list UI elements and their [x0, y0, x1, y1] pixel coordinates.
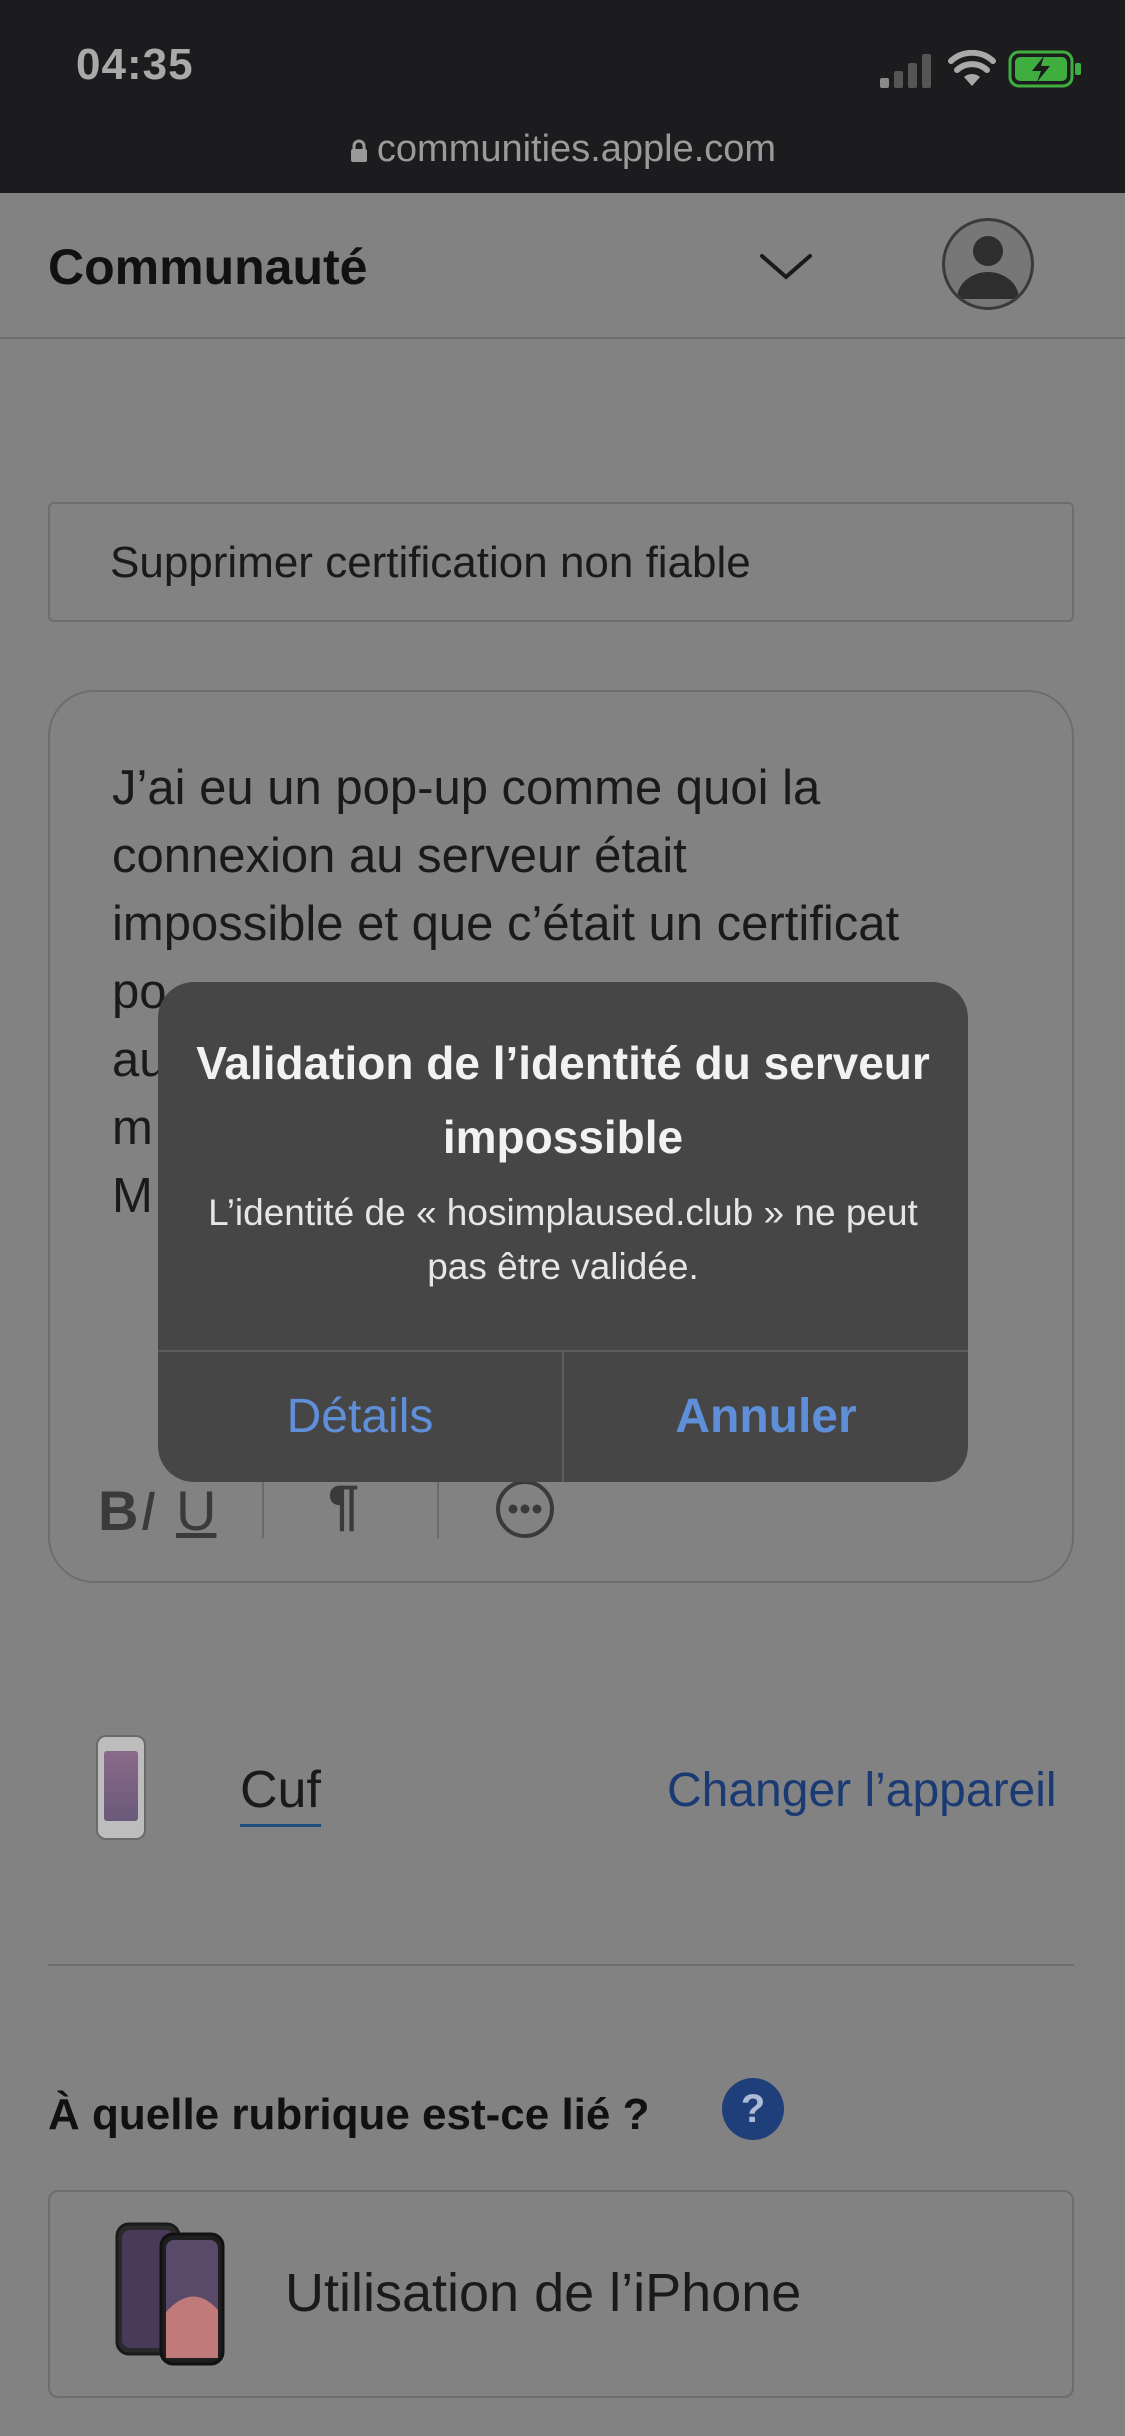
url-text: communities.apple.com	[376, 128, 777, 170]
chevron-down-icon[interactable]	[758, 250, 814, 282]
cellular-signal-icon	[880, 54, 931, 88]
user-icon	[957, 236, 1019, 299]
help-button[interactable]: ?	[722, 2078, 784, 2140]
change-device-link[interactable]: Changer l’appareil	[667, 1763, 1057, 1818]
iphone-product-icon	[115, 2222, 225, 2366]
lock-icon	[350, 139, 367, 162]
wifi-icon	[948, 50, 996, 86]
body-text-line: impossible et que c’était un certificat	[112, 897, 900, 951]
address-bar[interactable]: communities.apple.com	[0, 128, 1125, 171]
body-text-line: M	[112, 1169, 153, 1223]
status-time: 04:35	[76, 40, 194, 89]
bold-button[interactable]: B	[98, 1478, 138, 1543]
alert-dialog: Validation de l’identité du serveur impo…	[158, 982, 968, 1482]
alert-message: L’identité de « hosimplaused.club » ne p…	[208, 1192, 918, 1287]
rubric-selected-value: Utilisation de l’iPhone	[285, 2263, 802, 2323]
avatar[interactable]	[942, 218, 1034, 310]
body-text-line: connexion au serveur était	[112, 829, 687, 883]
alert-title: Validation de l’identité du serveur impo…	[196, 1037, 930, 1163]
cancel-button[interactable]: Annuler	[564, 1352, 968, 1482]
more-options-icon[interactable]	[494, 1478, 556, 1540]
toolbar-divider	[437, 1480, 439, 1538]
subject-value: Supprimer certification non fiable	[110, 538, 751, 587]
italic-button[interactable]: I	[140, 1478, 156, 1543]
section-divider	[48, 1964, 1074, 1966]
body-text-line: J’ai eu un pop-up comme quoi la	[112, 761, 821, 815]
nav-title[interactable]: Communauté	[48, 238, 367, 296]
device-name: Cuf	[240, 1760, 321, 1827]
rubric-question: À quelle rubrique est-ce lié ?	[48, 2090, 650, 2139]
body-text-line: m	[112, 1101, 153, 1155]
details-button[interactable]: Détails	[158, 1352, 562, 1482]
battery-charging-icon	[1008, 50, 1081, 88]
underline-button[interactable]: U	[176, 1478, 216, 1543]
toolbar-divider	[262, 1480, 264, 1538]
iphone-device-icon	[96, 1735, 146, 1840]
